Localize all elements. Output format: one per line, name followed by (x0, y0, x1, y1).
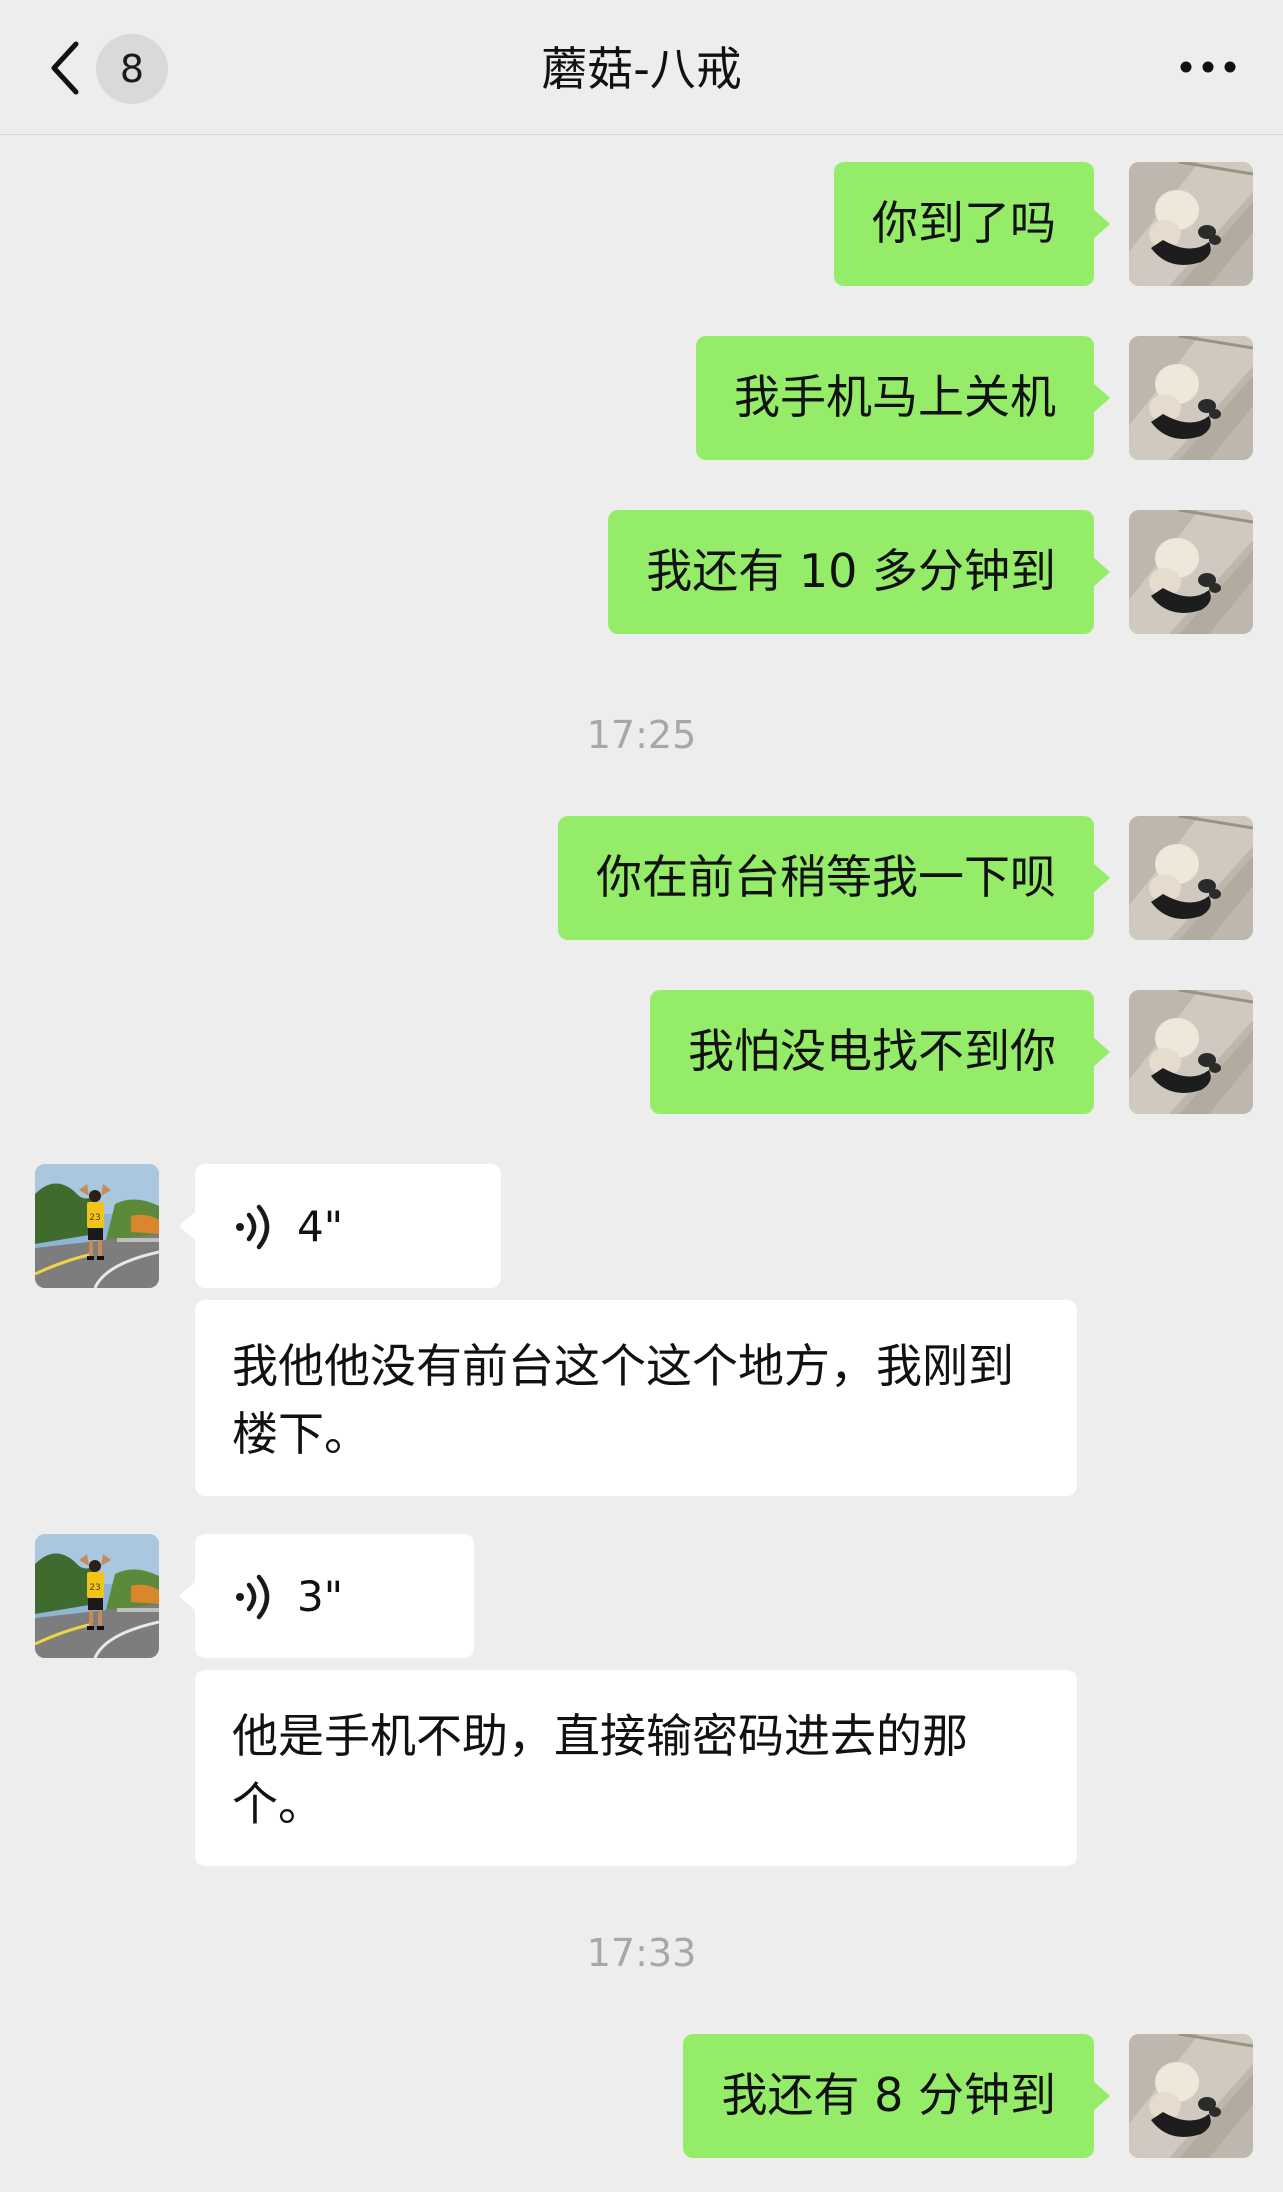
my-avatar[interactable] (1129, 990, 1253, 1114)
sent-message-bubble[interactable]: 我还有 10 多分钟到 (608, 510, 1110, 634)
voice-transcript: 我他他没有前台这个这个地方，我刚到楼下。 (195, 1300, 1077, 1496)
my-avatar[interactable] (1129, 2034, 1253, 2158)
chat-header: 8 蘑菇-八戒 (0, 0, 1283, 135)
timestamp: 17:25 (586, 713, 697, 757)
sent-message-bubble[interactable]: 我手机马上关机 (696, 336, 1110, 460)
sent-message-bubble[interactable]: 你到了吗 (834, 162, 1110, 286)
sent-message-bubble[interactable]: 我怕没电找不到你 (650, 990, 1110, 1114)
contact-avatar[interactable] (35, 1534, 159, 1658)
chat-title: 蘑菇-八戒 (541, 42, 742, 96)
voice-wave-icon (233, 1204, 277, 1250)
voice-duration: 3" (297, 1572, 344, 1621)
voice-message-bubble[interactable]: 3" (179, 1534, 474, 1658)
voice-wave-icon (233, 1574, 277, 1620)
more-dots-icon[interactable] (1178, 52, 1238, 82)
my-avatar[interactable] (1129, 816, 1253, 940)
sent-message-bubble[interactable]: 我还有 8 分钟到 (683, 2034, 1110, 2158)
timestamp: 17:33 (586, 1931, 697, 1975)
my-avatar[interactable] (1129, 336, 1253, 460)
sent-message-bubble[interactable]: 你在前台稍等我一下呗 (558, 816, 1110, 940)
voice-duration: 4" (297, 1202, 344, 1251)
my-avatar[interactable] (1129, 510, 1253, 634)
contact-avatar[interactable] (35, 1164, 159, 1288)
voice-transcript: 他是手机不助，直接输密码进去的那个。 (195, 1670, 1077, 1866)
voice-message-bubble[interactable]: 4" (179, 1164, 501, 1288)
my-avatar[interactable] (1129, 162, 1253, 286)
